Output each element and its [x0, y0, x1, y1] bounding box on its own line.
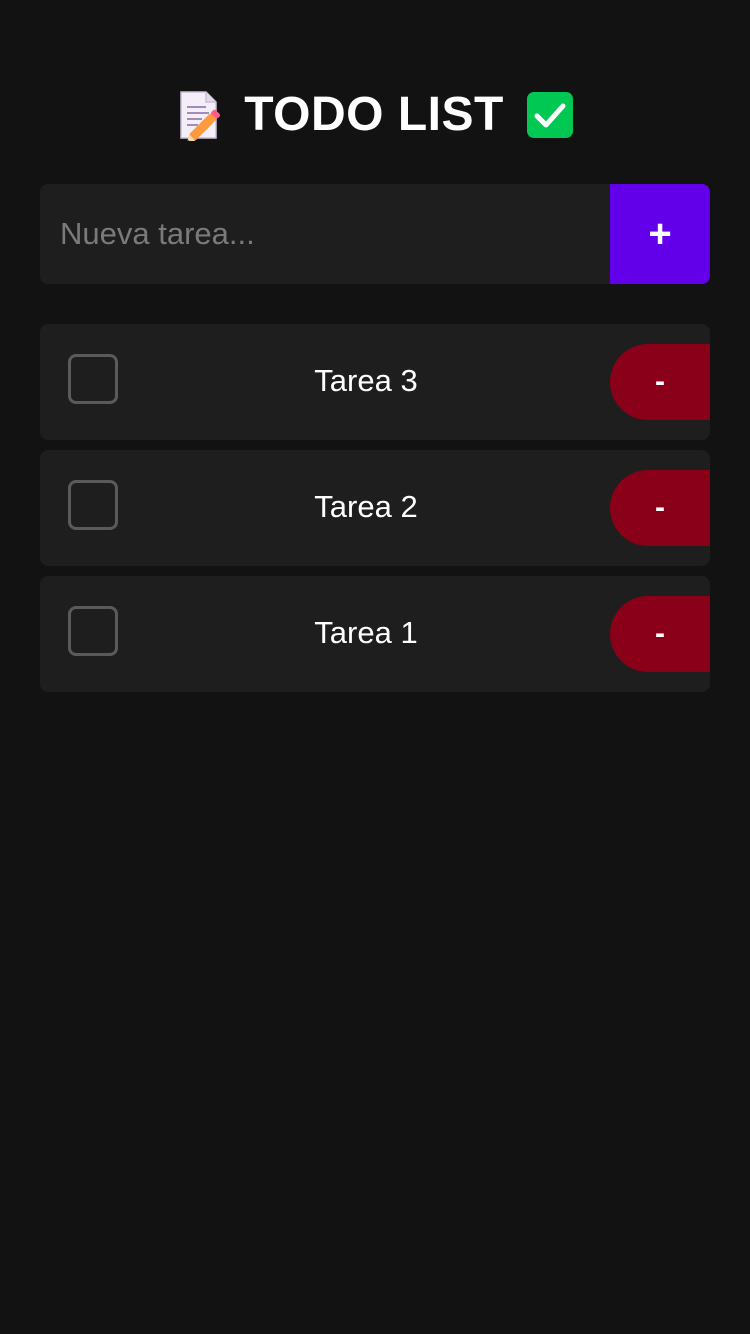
- remove-task-button[interactable]: -: [610, 470, 710, 546]
- header: TODO LIST: [0, 86, 750, 144]
- task-checkbox[interactable]: [68, 354, 118, 404]
- add-task-button[interactable]: +: [610, 184, 710, 284]
- remove-task-button[interactable]: -: [610, 344, 710, 420]
- remove-task-button[interactable]: -: [610, 596, 710, 672]
- task-item: Tarea 1 -: [40, 576, 710, 692]
- task-label: Tarea 2: [314, 489, 418, 524]
- task-label: Tarea 1: [314, 615, 418, 650]
- task-checkbox[interactable]: [68, 606, 118, 656]
- task-item: Tarea 3 -: [40, 324, 710, 440]
- task-label: Tarea 3: [314, 363, 418, 398]
- memo-icon: [176, 89, 224, 143]
- new-task-input[interactable]: [40, 184, 610, 284]
- page-title: TODO LIST: [244, 88, 504, 141]
- task-item: Tarea 2 -: [40, 450, 710, 566]
- check-mark-button-icon: [526, 91, 574, 139]
- task-checkbox[interactable]: [68, 480, 118, 530]
- new-task-form: +: [40, 184, 710, 284]
- task-list: Tarea 3 - Tarea 2 - Tarea 1 -: [40, 324, 710, 702]
- todo-app: TODO LIST + Tarea 3 - Tarea 2 - Tarea 1 …: [0, 0, 750, 1334]
